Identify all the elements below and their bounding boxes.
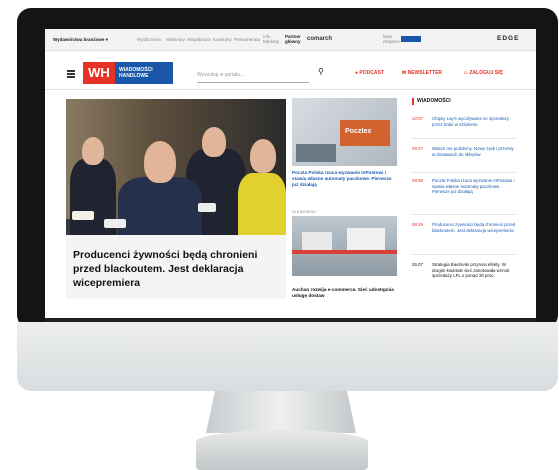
monitor-stand-neck xyxy=(206,391,356,433)
thumbnail-detail xyxy=(302,232,332,250)
photo-figure xyxy=(82,137,104,165)
search-icon[interactable]: ⚲ xyxy=(318,67,324,76)
microphone-prop xyxy=(104,219,126,228)
thumbnail-sign-text: Pocztex xyxy=(345,128,372,135)
header-divider xyxy=(45,89,536,90)
news-time: 09:27 xyxy=(412,146,423,151)
news-divider xyxy=(412,214,516,215)
news-time: 10:07 xyxy=(412,116,423,121)
news-divider xyxy=(412,138,516,139)
login-link[interactable]: ☺ ZALOGUJ SIĘ xyxy=(463,70,503,76)
microphone-prop xyxy=(198,203,216,212)
edge-logo[interactable]: EDGE xyxy=(497,35,519,42)
news-time: 26.07 xyxy=(412,262,423,267)
podcast-label: PODCAST xyxy=(359,70,384,76)
photo-figure xyxy=(250,139,276,173)
newsletter-link[interactable]: ✉ NEWSLETTER xyxy=(402,70,442,76)
photo-figure xyxy=(144,141,176,183)
article-thumbnail[interactable]: Pocztex xyxy=(292,98,397,166)
monitor-chin xyxy=(17,322,558,391)
screen-bottom-edge xyxy=(45,318,536,322)
topbar-link[interactable]: Info Markety xyxy=(263,34,279,44)
topbar-link[interactable]: Prenumerata xyxy=(234,37,260,42)
news-headline[interactable]: Wasze ma problemy. Nowy zysk i przerwy w… xyxy=(432,146,518,157)
news-divider xyxy=(412,254,516,255)
podcast-link[interactable]: ● PODCAST xyxy=(355,70,384,76)
article-tag: DLA BIZNESU xyxy=(292,210,316,214)
logo-full: WIADOMOŚCI HANDLOWE xyxy=(115,62,173,84)
monitor-stand-base xyxy=(196,430,368,470)
news-headline[interactable]: Chipsy Lay's wycofywane ze sprzedaży prz… xyxy=(432,116,518,127)
publisher-menu[interactable]: Wydawnictwa branżowe ▾ xyxy=(53,37,108,43)
hero-caption: Producenci żywności będą chronieni przed… xyxy=(66,235,286,299)
topbar-link[interactable]: Webinary xyxy=(166,37,185,42)
article-title[interactable]: Auchan rozwija e-commerce. Sieć udostępn… xyxy=(292,287,398,299)
article-title[interactable]: Poczta Polska rzuca wyzwanie InPostowi i… xyxy=(292,170,398,188)
thumbnail-shelf xyxy=(296,144,336,162)
thumbnail-detail xyxy=(347,228,385,250)
photo-figure xyxy=(202,127,226,157)
experts-link[interactable]: Nasi eksperci xyxy=(383,34,400,44)
experts-badge xyxy=(401,36,421,42)
news-headline[interactable]: Poczta Polska rzuca wyzwanie InPostowi i… xyxy=(432,178,518,195)
browser-screen: Wydawnictwa branżowe ▾ Wydarzenia Webina… xyxy=(45,29,536,318)
article-thumbnail[interactable] xyxy=(292,216,397,276)
news-divider xyxy=(412,172,516,173)
site-logo[interactable]: WH WIADOMOŚCI HANDLOWE xyxy=(83,62,173,84)
topbar-link[interactable]: Współpraca xyxy=(187,37,211,42)
partner-label: Partner główny xyxy=(285,34,301,44)
topbar-link[interactable]: Konkursy xyxy=(213,37,232,42)
hero-title[interactable]: Producenci żywności będą chronieni przed… xyxy=(73,248,283,290)
partner-logo[interactable]: comarch xyxy=(307,36,332,42)
logo-short: WH xyxy=(83,62,115,84)
news-time: 08:29 xyxy=(412,222,423,227)
hamburger-menu-icon[interactable] xyxy=(67,70,75,72)
sidebar-heading: WIADOMOŚCI xyxy=(412,98,516,105)
search-input[interactable]: Wyszukaj w portalu... xyxy=(197,72,309,83)
microphone-prop xyxy=(72,211,94,220)
thumbnail-stripe xyxy=(292,250,397,254)
hero-article[interactable]: Producenci żywności będą chronieni przed… xyxy=(66,99,286,299)
news-time: 08:55 xyxy=(412,178,423,183)
login-label: ZALOGUJ SIĘ xyxy=(469,70,503,76)
news-sidebar: WIADOMOŚCI xyxy=(412,98,516,105)
photo-figure xyxy=(238,173,286,243)
topbar-link[interactable]: Wydarzenia xyxy=(137,37,161,42)
news-headline[interactable]: Producenci żywności będą chronieni przed… xyxy=(432,222,518,233)
news-headline[interactable]: Strategia Biedronki przynosi efekty. W d… xyxy=(432,262,518,279)
newsletter-label: NEWSLETTER xyxy=(407,70,443,76)
utility-bar: Wydawnictwa branżowe ▾ Wydarzenia Webina… xyxy=(45,29,536,51)
